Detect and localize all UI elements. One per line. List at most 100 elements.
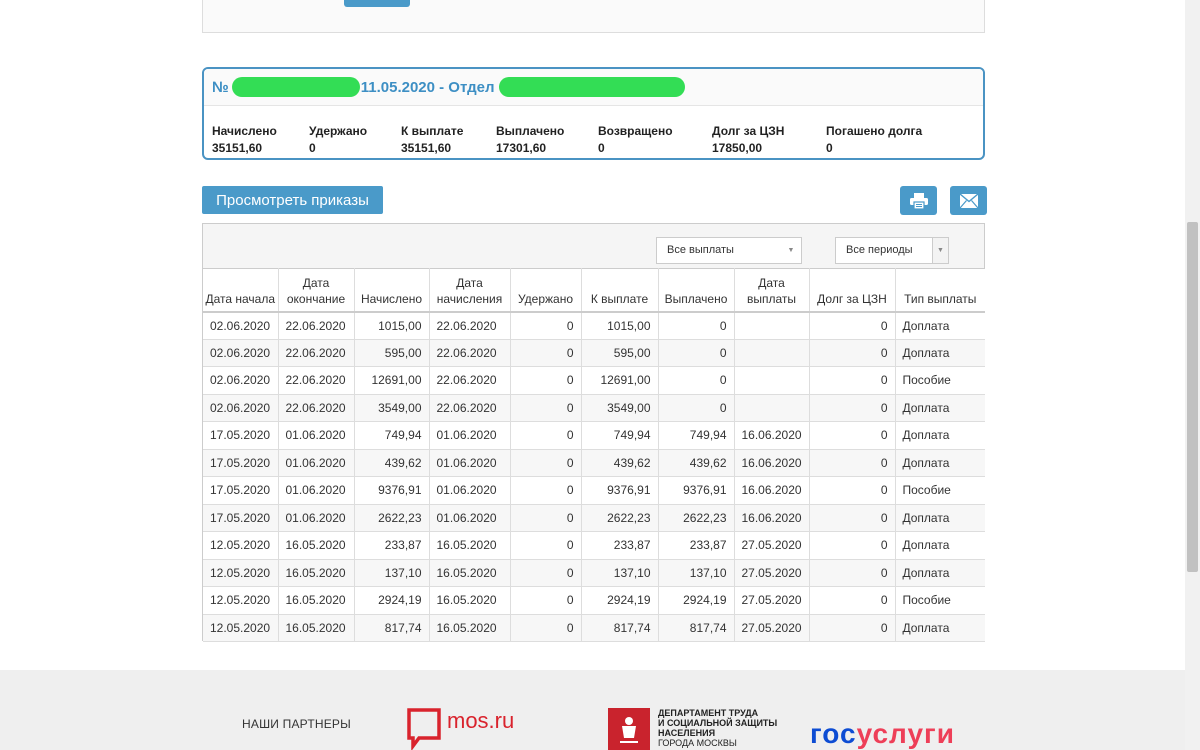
table-cell: 12.05.2020	[203, 614, 279, 642]
table-cell: 16.05.2020	[278, 614, 355, 642]
table-cell: 22.06.2020	[429, 366, 511, 395]
table-cell: Доплата	[895, 559, 985, 587]
table-cell: 16.05.2020	[278, 586, 355, 615]
table-cell: Пособие	[895, 586, 985, 615]
table-cell: 16.06.2020	[734, 449, 810, 477]
table-cell: 817,74	[581, 614, 659, 642]
redaction-mark	[498, 77, 685, 97]
table-cell	[734, 339, 810, 367]
table-row: 17.05.2020 01.06.2020 439,62 01.06.2020 0 439…	[203, 449, 985, 477]
table-cell: 233,87	[354, 531, 430, 560]
table-cell: 0	[809, 504, 896, 532]
partners-title: НАШИ ПАРТНЕРЫ	[242, 717, 351, 731]
col-withheld[interactable]: Удержано	[510, 268, 582, 313]
stat-returned: Возвращено 0	[598, 124, 673, 155]
mos-ru-logo-link[interactable]: mos.ru	[407, 708, 514, 750]
col-end-date[interactable]: Дата окончание	[278, 268, 355, 313]
table-cell: 22.06.2020	[278, 394, 355, 422]
table-cell: 137,10	[658, 559, 735, 587]
mail-button[interactable]	[950, 186, 987, 215]
table-cell: 749,94	[354, 421, 430, 450]
payments-table-panel: Все выплаты ▼ Все периоды ▼ Дата начала …	[202, 223, 985, 642]
table-cell: Доплата	[895, 531, 985, 560]
table-cell: 9376,91	[658, 476, 735, 505]
table-row: 17.05.2020 01.06.2020 749,94 01.06.2020 0 749…	[203, 421, 985, 450]
table-cell: 16.05.2020	[278, 531, 355, 560]
table-cell: 3549,00	[354, 394, 430, 422]
table-cell: 12691,00	[354, 366, 430, 395]
table-cell: 02.06.2020	[203, 394, 279, 422]
payments-table: Дата начала Дата окончание Начислено Дат…	[203, 268, 985, 642]
table-cell: 22.06.2020	[429, 311, 511, 340]
order-summary-card: № 11.05.2020 - Отдел Начислено 35151,60 …	[202, 67, 985, 160]
table-cell: 16.05.2020	[429, 614, 511, 642]
page-scrollbar[interactable]	[1185, 0, 1200, 750]
table-cell: 0	[809, 476, 896, 505]
table-cell: 0	[510, 586, 582, 615]
payments-filter-select[interactable]: Все выплаты ▼	[656, 237, 802, 264]
table-cell: 233,87	[581, 531, 659, 560]
table-cell: 12691,00	[581, 366, 659, 395]
labor-department-logo-text: ДЕПАРТАМЕНТ ТРУДА И СОЦИАЛЬНОЙ ЗАЩИТЫ НА…	[658, 708, 778, 748]
table-cell: 01.06.2020	[278, 476, 355, 505]
col-accrued[interactable]: Начислено	[354, 268, 430, 313]
redaction-mark	[231, 77, 360, 97]
col-start-date[interactable]: Дата начала	[203, 268, 279, 313]
col-payment-type[interactable]: Тип выплаты	[895, 268, 985, 313]
table-cell: 0	[658, 394, 735, 422]
print-button[interactable]	[900, 186, 937, 215]
labor-department-logo-link[interactable]: ДЕПАРТАМЕНТ ТРУДА И СОЦИАЛЬНОЙ ЗАЩИТЫ НА…	[608, 708, 777, 750]
table-cell: Пособие	[895, 476, 985, 505]
envelope-icon	[959, 193, 978, 208]
col-paid[interactable]: Выплачено	[658, 268, 735, 313]
table-cell: 233,87	[658, 531, 735, 560]
table-cell: 16.05.2020	[429, 531, 511, 560]
table-cell: Доплата	[895, 311, 985, 340]
table-cell: 22.06.2020	[429, 339, 511, 367]
previous-panel	[202, 0, 985, 33]
table-cell: 0	[809, 531, 896, 560]
table-cell: 12.05.2020	[203, 531, 279, 560]
col-to-pay[interactable]: К выплате	[581, 268, 659, 313]
table-cell: Доплата	[895, 614, 985, 642]
gosuslugi-logo-link[interactable]: госуслуги	[810, 718, 955, 750]
table-row: 12.05.2020 16.05.2020 817,74 16.05.2020 0 817…	[203, 614, 985, 642]
table-cell: 17.05.2020	[203, 449, 279, 477]
table-cell: 2924,19	[581, 586, 659, 615]
table-cell: 817,74	[658, 614, 735, 642]
periods-filter-select[interactable]: Все периоды ▼	[835, 237, 949, 264]
table-row: 02.06.2020 22.06.2020 1015,00 22.06.2020 0 10…	[203, 311, 985, 340]
view-orders-button[interactable]: Просмотреть приказы	[202, 186, 383, 214]
order-number-prefix: №	[212, 78, 229, 96]
stat-paid: Выплачено 17301,60	[496, 124, 565, 155]
table-cell: 3549,00	[581, 394, 659, 422]
table-row: 17.05.2020 01.06.2020 2622,23 01.06.2020 0 26…	[203, 504, 985, 532]
stat-accrued: Начислено 35151,60	[212, 124, 277, 155]
table-cell: 22.06.2020	[278, 339, 355, 367]
table-cell: 817,74	[354, 614, 430, 642]
table-cell: 17.05.2020	[203, 504, 279, 532]
table-cell: 22.06.2020	[278, 366, 355, 395]
col-accrual-date[interactable]: Дата начисления	[429, 268, 511, 313]
table-cell: 16.05.2020	[278, 559, 355, 587]
col-debt[interactable]: Долг за ЦЗН	[809, 268, 896, 313]
stat-withheld: Удержано 0	[309, 124, 368, 155]
table-cell: 16.06.2020	[734, 421, 810, 450]
table-cell: 12.05.2020	[203, 559, 279, 587]
scrollbar-thumb[interactable]	[1187, 222, 1198, 572]
table-cell: 2622,23	[354, 504, 430, 532]
table-cell: 0	[809, 614, 896, 642]
table-cell: 01.06.2020	[278, 449, 355, 477]
table-cell: Доплата	[895, 339, 985, 367]
col-payment-date[interactable]: Дата выплаты	[734, 268, 810, 313]
table-cell: 0	[510, 531, 582, 560]
table-cell: 27.05.2020	[734, 531, 810, 560]
table-cell: 02.06.2020	[203, 339, 279, 367]
table-cell: 02.06.2020	[203, 311, 279, 340]
mos-ru-logo-text: mos.ru	[447, 708, 515, 733]
table-cell: 0	[809, 394, 896, 422]
table-cell: 0	[809, 449, 896, 477]
table-cell: 0	[510, 421, 582, 450]
previous-panel-button[interactable]	[344, 0, 410, 7]
printer-icon	[909, 192, 928, 209]
